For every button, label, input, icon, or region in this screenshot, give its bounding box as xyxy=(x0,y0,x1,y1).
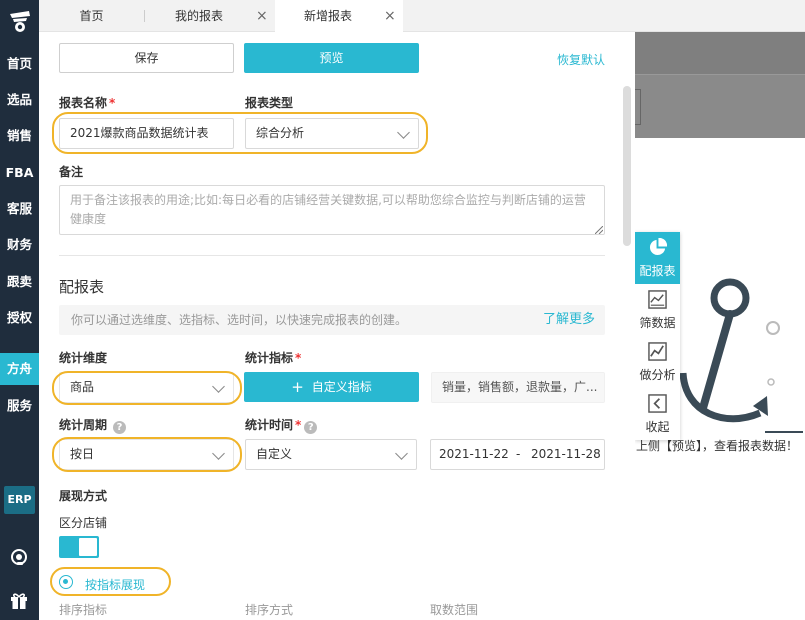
date-range-picker[interactable]: 2021-11-22 - 2021-11-28 xyxy=(430,439,605,470)
background-filter-strip xyxy=(635,74,805,138)
side-tool-filter-data[interactable]: 筛数据 xyxy=(635,284,680,336)
save-button[interactable]: 保存 xyxy=(59,43,234,73)
remark-label: 备注 xyxy=(59,165,84,179)
nav-item-fba[interactable]: FBA xyxy=(0,157,39,189)
nav-item-services[interactable]: 服务 xyxy=(0,390,39,422)
help-icon[interactable]: ? xyxy=(304,421,318,434)
split-store-label: 区分店铺 xyxy=(59,516,108,530)
nav-item-ark[interactable]: 方舟 xyxy=(0,353,39,385)
side-tool-label: 筛数据 xyxy=(639,316,676,330)
gift-icon[interactable] xyxy=(9,590,29,610)
learn-more-link[interactable]: 了解更多 xyxy=(543,305,595,335)
radio-by-metric-label[interactable]: 按指标展现 xyxy=(85,576,145,593)
report-type-value: 综合分析 xyxy=(256,126,305,140)
tab-label: 首页 xyxy=(79,9,104,23)
new-report-drawer: 保存 预览 恢复默认 报表名称 * 报表类型 2021爆款商品数据统计表 综合分析… xyxy=(39,32,635,620)
display-label: 展现方式 xyxy=(59,489,108,503)
plus-icon: + xyxy=(291,378,304,396)
chevron-down-icon xyxy=(397,126,410,139)
chevron-down-icon xyxy=(395,447,408,460)
side-tool-config-report[interactable]: 配报表 xyxy=(635,232,680,284)
remark-textarea[interactable]: 用于备注该报表的用途;比如:每日必看的店铺经营关键数据,可以帮助您综合监控与判断… xyxy=(59,185,605,235)
tab-label: 我的报表 xyxy=(175,9,224,23)
nav-item-finance[interactable]: 财务 xyxy=(0,229,39,261)
report-name-input[interactable]: 2021爆款商品数据统计表 xyxy=(59,118,234,149)
filter-chart-icon xyxy=(648,290,667,309)
chevron-down-icon xyxy=(212,380,225,393)
dimension-value: 商品 xyxy=(70,380,95,394)
scrollbar[interactable] xyxy=(623,86,631,246)
side-tool-label: 做分析 xyxy=(639,368,676,382)
metrics-summary-field[interactable]: 销量，销售额，退款量，广... xyxy=(431,372,605,403)
period-label: 统计周期? xyxy=(59,416,127,434)
custom-metric-button[interactable]: + 自定义指标 xyxy=(244,372,419,402)
nav-item-selection[interactable]: 选品 xyxy=(0,84,39,116)
date-start[interactable]: 2021-11-22 xyxy=(439,447,509,461)
chevron-down-icon xyxy=(212,447,225,460)
range-label: 取数范围 xyxy=(430,603,479,617)
nav-item-sales[interactable]: 销售 xyxy=(0,120,39,152)
tab-home[interactable]: 首页 xyxy=(39,0,144,32)
close-icon[interactable]: × xyxy=(256,0,268,32)
side-tool-label: 收起 xyxy=(645,420,670,434)
preview-button[interactable]: 预览 xyxy=(244,43,419,73)
report-type-label: 报表类型 xyxy=(245,96,294,110)
anchor-illustration-icon xyxy=(679,278,803,433)
help-icon[interactable]: ? xyxy=(113,421,127,434)
time-label: 统计时间 *? xyxy=(245,416,318,434)
side-tool-collapse[interactable]: 收起 xyxy=(635,388,680,440)
tab-new-report[interactable]: 新增报表 × xyxy=(275,0,403,32)
time-mode-value: 自定义 xyxy=(256,447,293,461)
nav-item-authorize[interactable]: 授权 xyxy=(0,302,39,334)
side-toolbar: 配报表 筛数据 做分析 收起 xyxy=(635,232,680,440)
chevron-left-icon xyxy=(648,394,667,413)
info-text: 你可以通过选维度、选指标、选时间，以快速完成报表的创建。 xyxy=(71,313,408,327)
tab-label: 新增报表 xyxy=(304,9,353,23)
report-name-label: 报表名称 * xyxy=(59,96,116,110)
date-separator: - xyxy=(516,447,521,461)
period-value: 按日 xyxy=(70,447,95,461)
period-select[interactable]: 按日 xyxy=(59,439,234,470)
resize-handle-icon[interactable] xyxy=(595,226,603,234)
logo-icon xyxy=(10,11,30,32)
dimension-label: 统计维度 xyxy=(59,351,108,365)
sort-metric-label: 排序指标 xyxy=(59,603,108,617)
custom-metric-label: 自定义指标 xyxy=(311,380,372,394)
side-tool-analyze[interactable]: 做分析 xyxy=(635,336,680,388)
close-icon[interactable]: × xyxy=(384,0,396,32)
pie-chart-icon xyxy=(649,238,667,256)
section-title-config: 配报表 xyxy=(59,278,105,296)
info-bar: 你可以通过选维度、选指标、选时间，以快速完成报表的创建。 了解更多 xyxy=(59,305,605,335)
side-tool-label: 配报表 xyxy=(639,264,676,278)
nav-item-service[interactable]: 客服 xyxy=(0,193,39,225)
tab-bar: 首页 我的报表 × 新增报表 × xyxy=(39,0,805,32)
sort-mode-label: 排序方式 xyxy=(245,603,294,617)
dimension-select[interactable]: 商品 xyxy=(59,372,234,403)
nav-item-home[interactable]: 首页 xyxy=(0,48,39,80)
headset-icon[interactable] xyxy=(9,547,29,567)
nav-item-follow-sell[interactable]: 跟卖 xyxy=(0,266,39,298)
erp-button[interactable]: ERP xyxy=(4,486,35,514)
reset-default-link[interactable]: 恢复默认 xyxy=(557,51,605,68)
tab-my-reports[interactable]: 我的报表 × xyxy=(145,0,275,32)
time-mode-select[interactable]: 自定义 xyxy=(245,439,417,470)
section-divider xyxy=(59,255,605,256)
split-store-toggle[interactable] xyxy=(59,536,99,558)
radio-by-metric[interactable] xyxy=(59,575,73,589)
toggle-knob xyxy=(79,538,97,556)
left-nav: 首页 选品 销售 FBA 客服 财务 跟卖 授权 方舟 服务 ERP xyxy=(0,0,39,620)
report-type-select[interactable]: 综合分析 xyxy=(245,118,419,149)
date-end[interactable]: 2021-11-28 xyxy=(531,440,601,469)
line-chart-icon xyxy=(648,342,667,361)
metric-label: 统计指标 * xyxy=(245,351,302,365)
